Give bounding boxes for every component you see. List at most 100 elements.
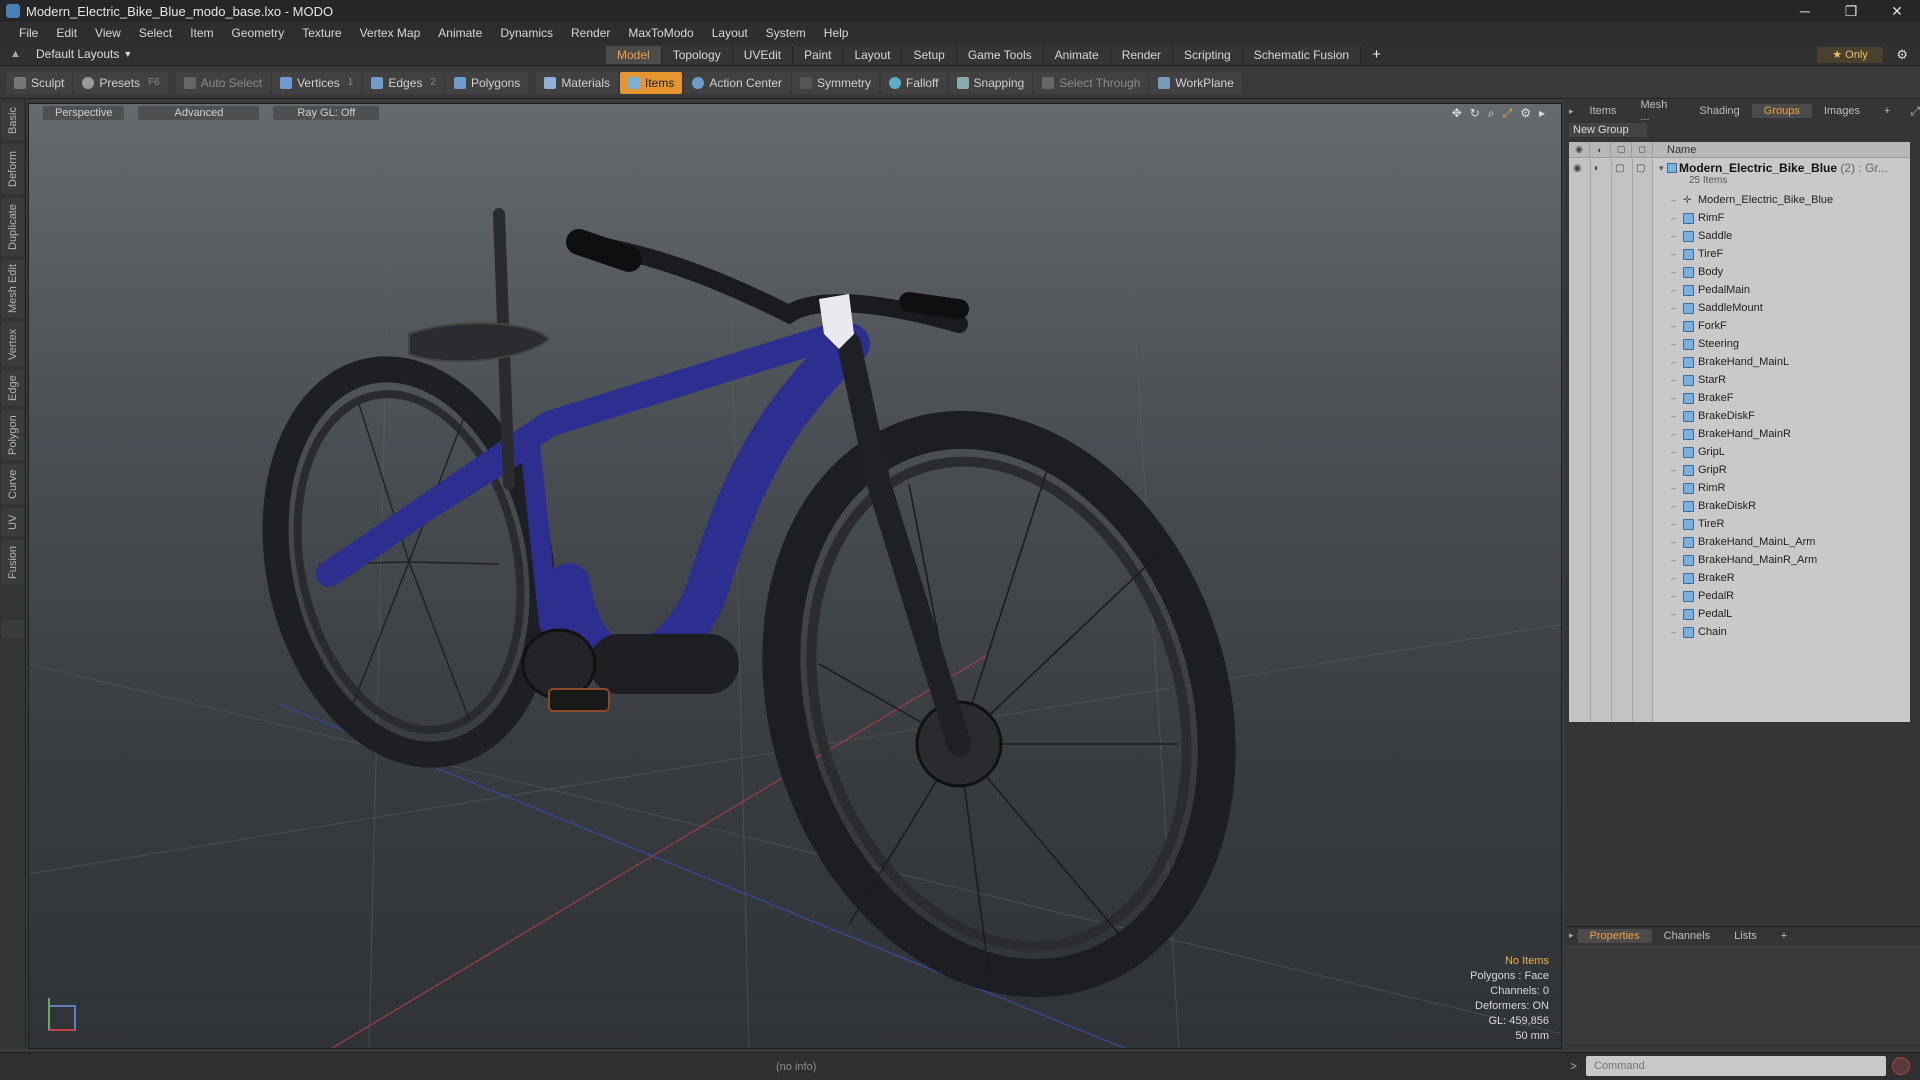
vtab-edge[interactable]: Edge — [2, 370, 24, 406]
group-eye-icon[interactable]: ◉ — [1573, 163, 1582, 174]
panel-collapse-icon[interactable]: ▸ — [1565, 106, 1578, 117]
list-item[interactable]: – GripR — [1653, 461, 1910, 479]
list-item[interactable]: – PedalR — [1653, 587, 1910, 605]
tab-mesh[interactable]: Mesh ... — [1628, 98, 1687, 124]
vtab-collapse[interactable] — [2, 620, 24, 638]
tab-paint[interactable]: Paint — [793, 46, 844, 64]
list-item[interactable]: – TireF — [1653, 245, 1910, 263]
visibility-col-icon[interactable]: ◉ — [1569, 141, 1590, 158]
tab-images[interactable]: Images — [1812, 104, 1872, 118]
group-lock-icon[interactable]: ▢ — [1615, 163, 1624, 174]
sculpt-button[interactable]: Sculpt — [6, 71, 73, 94]
3d-viewport[interactable]: Perspective Advanced Ray GL: Off ✥ ↻ ⌕ ⤢… — [28, 103, 1562, 1049]
group-row[interactable]: ▾ Modern_Electric_Bike_Blue (2) : Gr... … — [1653, 159, 1910, 189]
list-item[interactable]: – BrakeDiskF — [1653, 407, 1910, 425]
menu-item[interactable]: Item — [181, 26, 222, 40]
command-record-icon[interactable] — [1892, 1057, 1910, 1075]
list-item[interactable]: – RimF — [1653, 209, 1910, 227]
list-item[interactable]: – BrakeR — [1653, 569, 1910, 587]
list-item[interactable]: – BrakeHand_MainL_Arm — [1653, 533, 1910, 551]
only-button[interactable]: ★ Only — [1817, 47, 1883, 63]
select-col-icon[interactable]: ◻ — [1632, 141, 1653, 158]
tab-render[interactable]: Render — [1110, 46, 1174, 64]
vtab-deform[interactable]: Deform — [2, 144, 24, 194]
add-tab-button[interactable]: + — [1361, 46, 1392, 64]
tab-scripting[interactable]: Scripting — [1173, 46, 1243, 64]
list-item[interactable]: – SaddleMount — [1653, 299, 1910, 317]
group-expand-icon[interactable]: ▾ — [1659, 163, 1664, 174]
group-select-icon[interactable]: ▢ — [1636, 163, 1645, 174]
vtab-uv[interactable]: UV — [2, 508, 24, 536]
restore-button[interactable]: ❐ — [1828, 0, 1874, 22]
menu-animate[interactable]: Animate — [429, 26, 491, 40]
tab-properties[interactable]: Properties — [1577, 928, 1652, 943]
list-item[interactable]: – RimR — [1653, 479, 1910, 497]
command-input[interactable] — [1586, 1056, 1886, 1076]
select-through-button[interactable]: Select Through — [1034, 71, 1149, 94]
edges-button[interactable]: Edges 2 — [363, 71, 444, 94]
tab-schematic-fusion[interactable]: Schematic Fusion — [1242, 46, 1362, 64]
render-col-icon[interactable]: ◐ — [1590, 141, 1611, 158]
symmetry-button[interactable]: Symmetry — [792, 71, 880, 94]
action-center-button[interactable]: Action Center — [684, 71, 791, 94]
auto-select-button[interactable]: Auto Select — [175, 71, 271, 94]
presets-button[interactable]: Presets F6 — [74, 71, 168, 94]
tab-layout[interactable]: Layout — [843, 46, 903, 64]
add-props-tab-button[interactable]: + — [1769, 929, 1799, 943]
tab-shading[interactable]: Shading — [1687, 104, 1751, 118]
items-button[interactable]: Items — [620, 71, 683, 94]
list-item[interactable]: – Steering — [1653, 335, 1910, 353]
list-item[interactable]: – BrakeHand_MainR — [1653, 425, 1910, 443]
vtab-basic[interactable]: Basic — [2, 102, 24, 140]
list-item[interactable]: – ForkF — [1653, 317, 1910, 335]
add-panel-tab-button[interactable]: + — [1872, 104, 1902, 118]
tab-items[interactable]: Items — [1578, 104, 1629, 118]
menu-edit[interactable]: Edit — [47, 26, 86, 40]
tab-channels[interactable]: Channels — [1652, 929, 1722, 943]
materials-button[interactable]: Materials — [536, 71, 618, 94]
list-item[interactable]: – ✛ Modern_Electric_Bike_Blue — [1653, 191, 1910, 209]
list-item[interactable]: – BrakeDiskR — [1653, 497, 1910, 515]
expand-icon[interactable]: ⤢ — [1910, 104, 1920, 119]
props-collapse-icon[interactable]: ▸ — [1565, 930, 1578, 941]
snapping-button[interactable]: Snapping — [948, 71, 1033, 94]
group-render-icon[interactable]: ◐ — [1594, 163, 1600, 174]
list-item[interactable]: – Saddle — [1653, 227, 1910, 245]
vtab-vertex[interactable]: Vertex — [2, 322, 24, 366]
vtab-curve[interactable]: Curve — [2, 464, 24, 504]
vertices-button[interactable]: Vertices 1 — [272, 71, 362, 94]
list-item[interactable]: – TireR — [1653, 515, 1910, 533]
tab-model[interactable]: Model — [606, 46, 662, 64]
new-group-button[interactable]: New Group — [1569, 123, 1647, 137]
tab-groups[interactable]: Groups — [1751, 104, 1812, 118]
tab-topology[interactable]: Topology — [661, 46, 733, 64]
menu-texture[interactable]: Texture — [293, 26, 350, 40]
menu-maxtomodo[interactable]: MaxToModo — [619, 26, 702, 40]
falloff-button[interactable]: Falloff — [881, 71, 947, 94]
list-item[interactable]: – Chain — [1653, 623, 1910, 641]
menu-help[interactable]: Help — [815, 26, 858, 40]
minimize-button[interactable]: ─ — [1782, 0, 1828, 22]
menu-file[interactable]: File — [10, 26, 47, 40]
polygons-button[interactable]: Polygons — [445, 71, 529, 94]
layout-dropdown[interactable]: ▲ Default Layouts ▼ — [10, 47, 132, 61]
vtab-mesh-edit[interactable]: Mesh Edit — [2, 260, 24, 318]
menu-geometry[interactable]: Geometry — [223, 26, 294, 40]
menu-system[interactable]: System — [757, 26, 815, 40]
tab-setup[interactable]: Setup — [902, 46, 957, 64]
workplane-button[interactable]: WorkPlane — [1150, 71, 1242, 94]
list-item[interactable]: – Body — [1653, 263, 1910, 281]
vtab-duplicate[interactable]: Duplicate — [2, 198, 24, 256]
menu-render[interactable]: Render — [562, 26, 619, 40]
list-item[interactable]: – PedalL — [1653, 605, 1910, 623]
menu-vertex-map[interactable]: Vertex Map — [351, 26, 430, 40]
menu-dynamics[interactable]: Dynamics — [491, 26, 562, 40]
tab-uvedit[interactable]: UVEdit — [732, 46, 794, 64]
list-item[interactable]: – PedalMain — [1653, 281, 1910, 299]
menu-view[interactable]: View — [86, 26, 130, 40]
list-item[interactable]: – StarR — [1653, 371, 1910, 389]
list-item[interactable]: – BrakeHand_MainR_Arm — [1653, 551, 1910, 569]
menu-select[interactable]: Select — [130, 26, 181, 40]
close-button[interactable]: ✕ — [1874, 0, 1920, 22]
tab-animate[interactable]: Animate — [1043, 46, 1111, 64]
